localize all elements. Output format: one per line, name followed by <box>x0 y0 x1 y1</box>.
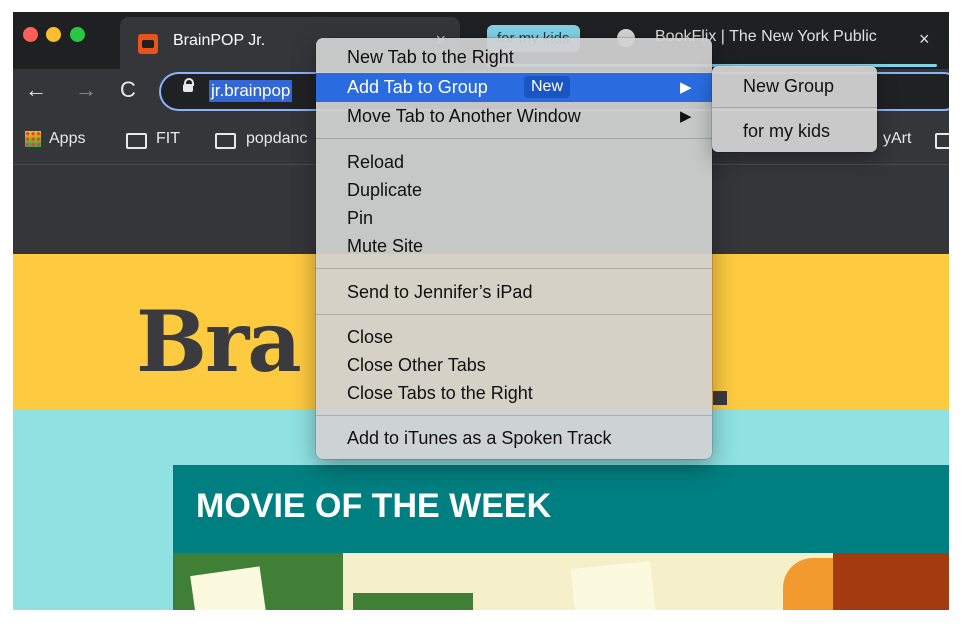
menu-item-label: Reload <box>347 152 405 172</box>
menu-item-send-to-ipad[interactable]: Send to Jennifer’s iPad <box>316 278 712 307</box>
menu-item-reload[interactable]: Reload <box>316 148 712 177</box>
bookmark-yart[interactable]: yArt <box>883 130 911 148</box>
brainpop-favicon-icon <box>138 34 158 54</box>
menu-item-pin[interactable]: Pin <box>316 204 712 233</box>
menu-item-label: Mute Site <box>347 236 424 256</box>
lock-icon <box>183 78 194 92</box>
art-shape <box>570 560 656 610</box>
menu-separator <box>316 268 712 269</box>
bookmark-popdanc[interactable]: popdanc <box>246 130 307 148</box>
submenu-item-label: New Group <box>743 76 835 96</box>
brainpop-logo-text[interactable]: Bra <box>136 292 302 391</box>
folder-icon <box>215 133 236 149</box>
menu-item-label: Add to iTunes as a Spoken Track <box>347 428 612 448</box>
movie-of-the-week-banner[interactable]: MOVIE OF THE WEEK <box>173 465 949 553</box>
tab-context-menu: New Tab to the Right Add Tab to Group Ne… <box>316 38 712 459</box>
menu-item-label: Duplicate <box>347 180 423 200</box>
menu-separator <box>316 314 712 315</box>
submenu-arrow-icon: ▶ <box>680 108 692 125</box>
submenu-item-for-my-kids[interactable]: for my kids <box>712 116 877 146</box>
menu-item-add-tab-to-group[interactable]: Add Tab to Group New ▶ <box>316 73 712 102</box>
menu-item-label: Close Tabs to the Right <box>347 383 533 403</box>
art-shape <box>353 593 473 610</box>
menu-separator <box>316 415 712 416</box>
movie-artwork[interactable] <box>173 553 949 610</box>
menu-item-label: Add Tab to Group <box>347 77 488 97</box>
address-url-text[interactable]: jr.brainpop <box>209 80 293 102</box>
menu-item-close-tabs-right[interactable]: Close Tabs to the Right <box>316 379 712 408</box>
movie-section-title: MOVIE OF THE WEEK <box>196 487 552 525</box>
menu-item-mute-site[interactable]: Mute Site <box>316 232 712 261</box>
menu-item-label: Send to Jennifer’s iPad <box>347 282 533 302</box>
art-shape <box>833 553 949 610</box>
menu-separator <box>712 107 877 108</box>
logo-period <box>713 391 727 405</box>
menu-item-label: New Tab to the Right <box>347 47 514 67</box>
tab-close-icon[interactable]: × <box>919 29 930 50</box>
apps-grid-icon <box>25 131 41 147</box>
menu-separator <box>316 138 712 139</box>
menu-item-label: Close <box>347 327 394 347</box>
back-arrow-icon[interactable]: ← <box>25 77 47 103</box>
close-window-button[interactable] <box>23 27 38 42</box>
folder-icon <box>935 133 949 149</box>
submenu-item-label: for my kids <box>743 121 831 141</box>
menu-item-close[interactable]: Close <box>316 323 712 352</box>
forward-arrow-icon[interactable]: → <box>75 77 97 103</box>
tab-title: BrainPOP Jr. <box>173 32 266 49</box>
menu-item-add-to-itunes[interactable]: Add to iTunes as a Spoken Track <box>316 424 712 453</box>
new-badge: New <box>524 76 571 98</box>
submenu-item-new-group[interactable]: New Group <box>712 71 877 101</box>
menu-item-duplicate[interactable]: Duplicate <box>316 176 712 205</box>
menu-item-label: Move Tab to Another Window <box>347 106 581 126</box>
minimize-window-button[interactable] <box>46 27 61 42</box>
menu-item-close-other-tabs[interactable]: Close Other Tabs <box>316 351 712 380</box>
folder-icon <box>126 133 147 149</box>
maximize-window-button[interactable] <box>70 27 85 42</box>
menu-item-label: Pin <box>347 208 374 228</box>
menu-item-new-tab-right[interactable]: New Tab to the Right <box>316 43 712 72</box>
menu-item-move-tab-window[interactable]: Move Tab to Another Window ▶ <box>316 102 712 131</box>
menu-item-label: Close Other Tabs <box>347 355 486 375</box>
submenu-arrow-icon: ▶ <box>680 79 692 96</box>
bookmark-fit[interactable]: FIT <box>156 130 180 148</box>
reload-icon[interactable]: C <box>120 77 136 103</box>
bookmark-apps[interactable]: Apps <box>49 130 85 148</box>
add-to-group-submenu: New Group for my kids <box>712 66 877 152</box>
